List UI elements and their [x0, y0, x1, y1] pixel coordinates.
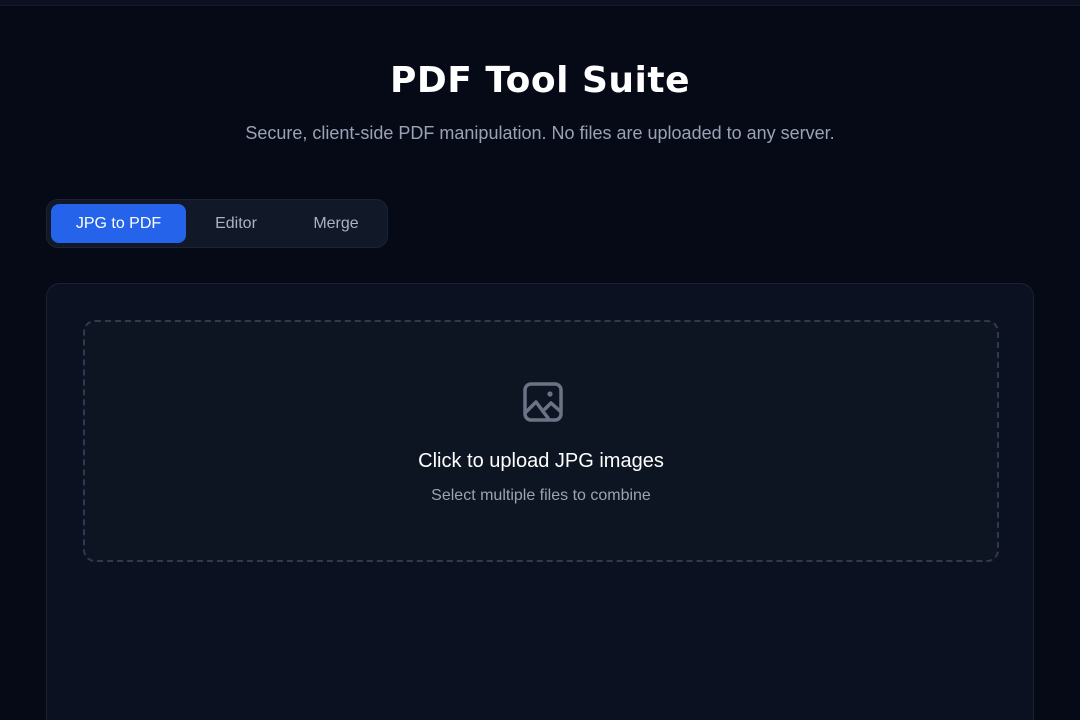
upload-title: Click to upload JPG images	[418, 450, 664, 472]
tab-jpg-to-pdf[interactable]: JPG to PDF	[51, 204, 186, 243]
upload-dropzone[interactable]: Click to upload JPG images Select multip…	[83, 320, 999, 562]
tool-tabs: JPG to PDF Editor Merge	[46, 199, 388, 248]
top-border	[0, 0, 1080, 6]
page-title: PDF Tool Suite	[389, 60, 691, 101]
tool-panel: Click to upload JPG images Select multip…	[46, 283, 1034, 720]
tab-editor[interactable]: Editor	[188, 204, 284, 243]
tab-merge[interactable]: Merge	[286, 204, 386, 243]
upload-hint: Select multiple files to combine	[431, 487, 651, 504]
page-subtitle: Secure, client-side PDF manipulation. No…	[245, 123, 835, 143]
image-icon	[521, 380, 565, 424]
